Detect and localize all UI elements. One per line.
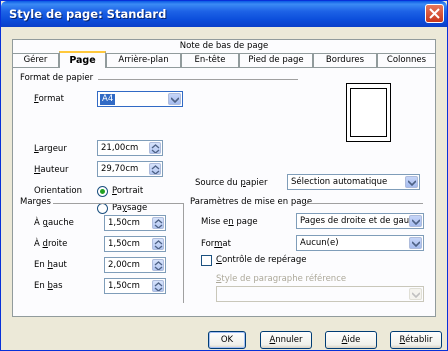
cancel-button[interactable]: Annuler (260, 331, 312, 349)
right-margin-label: À droite (34, 239, 68, 249)
page-layout-select[interactable]: Pages de droite et de gauche (296, 213, 424, 229)
top-margin-spin[interactable]: 2,00cm (104, 257, 166, 273)
chevron-down-icon[interactable] (409, 215, 422, 227)
numbering-format-select[interactable]: Aucun(e) (296, 235, 424, 251)
divider (98, 79, 298, 80)
page-style-dialog: Style de page: Standard Note de bas de p… (0, 0, 448, 351)
layout-settings-heading: Paramètres de mise en page (190, 197, 313, 207)
portrait-radio[interactable] (97, 186, 108, 197)
spin-arrows-icon[interactable] (152, 280, 164, 292)
close-icon (429, 8, 440, 19)
tab-manage[interactable]: Gérer (12, 53, 59, 67)
page-preview (346, 83, 391, 142)
reference-style-select[interactable] (216, 286, 424, 302)
page-preview-margins (350, 88, 387, 137)
spin-arrows-icon[interactable] (152, 238, 164, 250)
tab-footer[interactable]: Pied de page (239, 53, 313, 67)
ok-button[interactable]: OK (208, 331, 246, 349)
bottom-margin-spin[interactable]: 1,50cm (104, 278, 166, 294)
paper-format-select[interactable]: A4 (97, 91, 183, 107)
landscape-radio[interactable] (97, 203, 108, 214)
tab-header[interactable]: En-tête (181, 53, 239, 67)
left-margin-spin[interactable]: 1,50cm (104, 215, 166, 231)
spin-arrows-icon[interactable] (149, 163, 161, 175)
spin-arrows-icon[interactable] (152, 259, 164, 271)
bottom-margin-label: En bas (34, 281, 63, 291)
dialog-title: Style de page: Standard (9, 7, 167, 21)
title-bar[interactable]: Style de page: Standard (1, 1, 447, 27)
top-margin-label: En haut (34, 260, 67, 270)
page-layout-label: Mise en page (201, 217, 258, 227)
reset-button[interactable]: Rétablir (390, 331, 442, 349)
portrait-label[interactable]: Portrait (112, 186, 143, 196)
tab-page[interactable]: Page (59, 51, 106, 68)
landscape-label[interactable]: Paysage (112, 203, 147, 213)
divider (305, 203, 423, 204)
height-spin-field[interactable]: 29,70cm (97, 161, 163, 177)
height-label: Hauteur (34, 165, 69, 175)
chevron-down-icon[interactable] (409, 237, 422, 249)
chevron-down-icon[interactable] (405, 176, 418, 188)
help-button[interactable]: Aide (325, 331, 377, 349)
paper-format-heading: Format de papier (20, 73, 94, 83)
spin-arrows-icon[interactable] (149, 142, 161, 154)
divider (183, 203, 184, 303)
page-tab-panel: Format de papier Format A4 Largeur 21,00… (12, 67, 436, 317)
tab-columns[interactable]: Colonnes (377, 53, 436, 67)
close-button[interactable] (425, 4, 444, 23)
chevron-down-icon[interactable] (168, 93, 181, 105)
format-label: Format (34, 94, 64, 104)
spin-arrows-icon[interactable] (152, 217, 164, 229)
tab-borders[interactable]: Bordures (313, 53, 377, 67)
width-spin-field[interactable]: 21,00cm (97, 140, 163, 156)
margins-heading: Marges (20, 197, 51, 207)
paper-source-label: Source du papier (195, 178, 268, 188)
orientation-label: Orientation (34, 186, 82, 196)
left-margin-label: À gauche (34, 218, 74, 228)
paper-source-select[interactable]: Sélection automatique (287, 174, 420, 190)
right-margin-spin[interactable]: 1,50cm (104, 236, 166, 252)
numbering-format-label: Format (201, 239, 231, 249)
chevron-down-icon (409, 288, 422, 300)
register-true-checkbox[interactable] (201, 255, 212, 266)
tab-background[interactable]: Arrière-plan (106, 53, 181, 67)
register-true-label[interactable]: Contrôle de repérage (216, 255, 306, 265)
divider (53, 203, 183, 204)
reference-style-label: Style de paragraphe référence (216, 274, 347, 284)
width-label: Largeur (34, 144, 67, 154)
